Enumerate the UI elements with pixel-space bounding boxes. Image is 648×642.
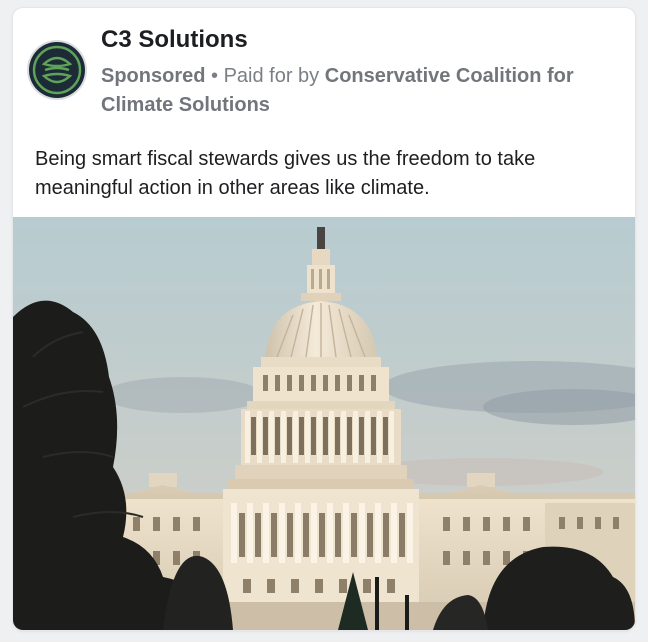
leaf-circle-logo-icon [32,45,82,95]
us-capitol-building-photo [13,217,635,630]
sponsored-post-card: C3 Solutions Sponsored • Paid for by Con… [13,8,635,630]
post-image[interactable] [13,217,635,630]
sponsored-label[interactable]: Sponsored [101,65,205,87]
meta-separator: • [205,65,224,87]
post-body-text: Being smart fiscal stewards gives us the… [35,148,536,199]
paid-for-prefix: Paid for by [223,65,325,87]
page-avatar[interactable] [29,42,85,98]
page-name-link[interactable]: C3 Solutions [101,26,248,54]
post-meta: Sponsored • Paid for by Conservative Coa… [101,62,601,120]
